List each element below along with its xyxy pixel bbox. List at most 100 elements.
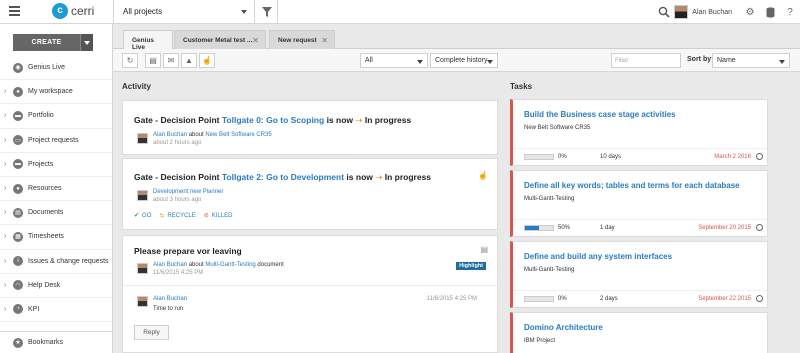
- warning-filter-button[interactable]: ▲: [181, 53, 197, 68]
- avatar[interactable]: [137, 133, 148, 144]
- task-project: IBM Project: [524, 338, 556, 344]
- task-footer: 50% 1 day September 20 2015: [513, 220, 767, 237]
- scope-select[interactable]: All: [360, 53, 428, 68]
- filter-placeholder: Filter: [615, 58, 629, 64]
- task-card[interactable]: Domino Architecture IBM Project: [510, 312, 768, 353]
- star-icon: ★: [13, 337, 23, 348]
- activity-meta: Alan Buchan about New Belt Software CR35: [153, 132, 272, 138]
- decision-go[interactable]: ✔ GO: [134, 212, 151, 220]
- user-avatar[interactable]: [674, 5, 689, 19]
- comment-filter-button[interactable]: ▤: [145, 53, 161, 68]
- help-icon[interactable]: ?: [780, 0, 800, 24]
- chevron-right-icon[interactable]: ›: [4, 209, 6, 216]
- sidebar-item-documents[interactable]: › ▤ Documents: [0, 201, 112, 226]
- reply-button[interactable]: Reply: [134, 325, 169, 340]
- filter-button[interactable]: [256, 0, 278, 24]
- create-button[interactable]: CREATE: [13, 34, 80, 51]
- task-duration: 2 days: [600, 296, 618, 302]
- sidebar-item-help-desk[interactable]: › ◠ Help Desk: [0, 274, 112, 298]
- activity-time: 11/6/2015 4:25 PM: [153, 270, 203, 276]
- sidebar-item-bookmarks[interactable]: ★ Bookmarks: [0, 331, 112, 353]
- activity-time: about 3 hours ago: [153, 197, 201, 203]
- sidebar-item-resources[interactable]: › ● Resources: [0, 177, 112, 202]
- user-name[interactable]: Alan Buchan: [692, 9, 732, 16]
- chevron-right-icon[interactable]: ›: [4, 88, 6, 95]
- sidebar-item-project-requests[interactable]: › ▭ Project requests: [0, 129, 112, 153]
- hand-filter-button[interactable]: ☝: [199, 53, 215, 68]
- filter-input[interactable]: Filter: [611, 53, 681, 68]
- chevron-right-icon[interactable]: ›: [4, 233, 6, 240]
- chevron-right-icon[interactable]: ›: [4, 258, 6, 265]
- sidebar-item-genius-live[interactable]: ◉ Genius Live: [0, 56, 112, 81]
- mail-filter-button[interactable]: ✉: [163, 53, 179, 68]
- close-icon[interactable]: ✕: [252, 36, 259, 45]
- sidebar-item-issues-change-requests[interactable]: › i Issues & change requests: [0, 250, 112, 274]
- funnel-icon: [262, 7, 272, 17]
- task-card[interactable]: Build the Business case stage activities…: [510, 99, 768, 166]
- highlight-badge: Highlight: [456, 262, 486, 270]
- gate-link[interactable]: Tollgate 2: Go to Development: [222, 172, 344, 182]
- create-dropdown-button[interactable]: [80, 34, 93, 51]
- about-suffix: document: [257, 262, 284, 268]
- tab-genius-live[interactable]: Genius Live: [123, 30, 173, 51]
- decision-recycle[interactable]: ⇆ RECYCLE: [159, 212, 195, 220]
- person-icon: ●: [13, 86, 23, 97]
- warning-icon: ▲: [185, 56, 193, 65]
- chevron-right-icon[interactable]: ›: [4, 112, 6, 119]
- chevron-right-icon[interactable]: ›: [4, 185, 6, 192]
- chevron-right-icon[interactable]: ›: [4, 161, 6, 168]
- sidebar-item-my-workspace[interactable]: › ● My workspace: [0, 80, 112, 105]
- hand-icon[interactable]: ☝: [478, 171, 488, 180]
- author-link[interactable]: Development new Planner: [153, 189, 223, 195]
- arrow-icon: ➝: [355, 115, 363, 125]
- task-card[interactable]: Define and build any system interfaces M…: [510, 241, 768, 308]
- decision-killed[interactable]: ⊘ KILLED: [204, 212, 233, 220]
- activity-card: Please prepare vor leaving ▤ Alan Buchan…: [122, 235, 498, 353]
- chevron-right-icon[interactable]: ›: [4, 137, 6, 144]
- search-icon[interactable]: [654, 0, 674, 24]
- task-title-link[interactable]: Define all key words; tables and terms f…: [524, 181, 740, 190]
- task-title-link[interactable]: Build the Business case stage activities: [524, 110, 676, 119]
- author-link[interactable]: Alan Buchan: [153, 296, 187, 302]
- sidebar-item-kpi[interactable]: › ◔ KPI: [0, 298, 112, 323]
- tab-new-request[interactable]: New request ✕: [269, 30, 335, 49]
- sidebar-item-projects[interactable]: › ▬ Projects: [0, 153, 112, 177]
- refresh-button[interactable]: ↻: [122, 53, 138, 68]
- about-link[interactable]: Multi-Gantt-Testing: [205, 262, 255, 268]
- history-select[interactable]: Complete history: [430, 53, 498, 68]
- clock-icon: [756, 295, 763, 302]
- tab-label: New request: [278, 37, 317, 44]
- headset-icon: ◠: [13, 280, 23, 291]
- project-select[interactable]: All projects: [113, 0, 255, 24]
- tab-customer-metal-test[interactable]: Customer Metal test ... ✕: [174, 30, 266, 49]
- activity-status: In progress: [364, 115, 412, 125]
- database-icon[interactable]: [760, 0, 780, 24]
- sidebar-item-timesheets[interactable]: › ▦ Timesheets: [0, 225, 112, 250]
- author-link[interactable]: Alan Buchan: [153, 132, 187, 138]
- chevron-right-icon[interactable]: ›: [4, 282, 6, 289]
- sidebar-item-label: Issues & change requests: [28, 257, 109, 265]
- activity-card: Gate - Decision Point Tollgate 0: Go to …: [122, 100, 498, 155]
- avatar[interactable]: [137, 296, 148, 307]
- comment-icon[interactable]: ▤: [480, 245, 488, 254]
- avatar[interactable]: [137, 263, 148, 274]
- app-logo[interactable]: c cerri: [52, 3, 94, 19]
- about-link[interactable]: New Belt Software CR35: [205, 132, 271, 138]
- task-title-link[interactable]: Define and build any system interfaces: [524, 252, 672, 261]
- chevron-down-icon: [779, 60, 785, 64]
- gate-link[interactable]: Tollgate 0: Go to Scoping: [222, 115, 324, 125]
- task-title-link[interactable]: Domino Architecture: [524, 323, 603, 332]
- sidebar-item-portfolio[interactable]: › ▬ Portfolio: [0, 104, 112, 129]
- sidebar-item-label: Portfolio: [28, 112, 54, 120]
- chevron-right-icon[interactable]: ›: [4, 306, 6, 313]
- hamburger-menu-icon[interactable]: [9, 6, 20, 16]
- decision-actions: ✔ GO ⇆ RECYCLE ⊘ KILLED: [134, 212, 233, 220]
- sort-select[interactable]: Name: [712, 53, 790, 68]
- close-icon[interactable]: ✕: [321, 36, 328, 45]
- task-project: Multi-Gantt-Testing: [524, 267, 575, 273]
- activity-time: about 2 hours ago: [153, 140, 201, 146]
- author-link[interactable]: Alan Buchan: [153, 262, 187, 268]
- avatar[interactable]: [137, 190, 148, 201]
- gear-icon[interactable]: ⚙: [740, 0, 760, 24]
- task-card[interactable]: Define all key words; tables and terms f…: [510, 170, 768, 237]
